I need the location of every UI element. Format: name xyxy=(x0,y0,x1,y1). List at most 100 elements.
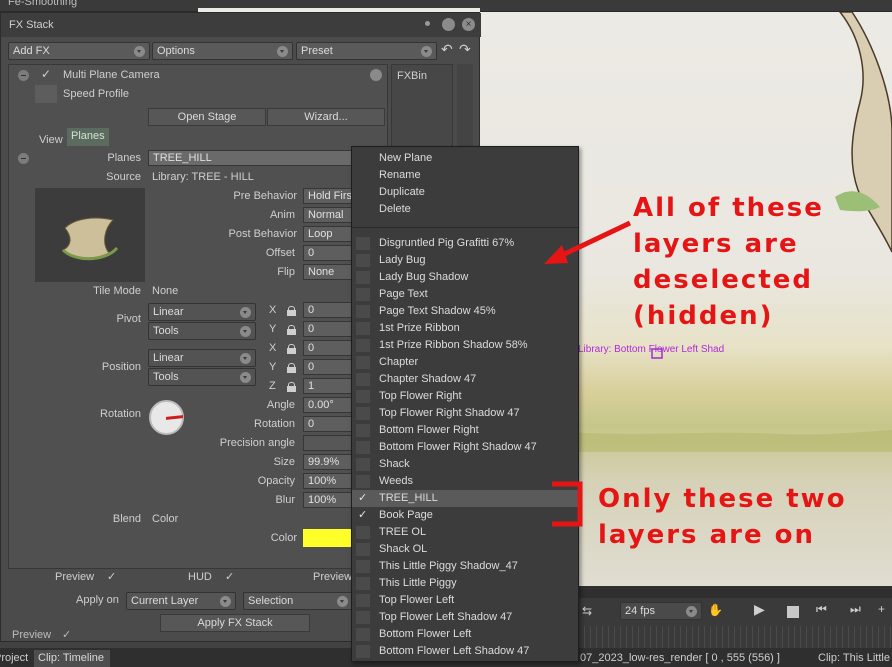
position-tools-dropdown[interactable]: Tools xyxy=(148,368,256,386)
add-icon[interactable]: + xyxy=(878,602,885,616)
menu-layer-item[interactable]: Lady Bug Shadow xyxy=(352,269,578,286)
timeline-scrollbar[interactable] xyxy=(578,586,892,598)
pin-icon[interactable] xyxy=(425,21,430,26)
hand-icon[interactable]: ✋ xyxy=(708,603,723,617)
menu-layer-item[interactable]: Top Flower Right xyxy=(352,388,578,405)
checkbox-empty[interactable] xyxy=(356,373,370,386)
lock-icon[interactable] xyxy=(287,325,296,335)
pivot-tools-dropdown[interactable]: Tools xyxy=(148,322,256,340)
preview-check[interactable]: ✓ xyxy=(107,570,116,583)
checkbox-empty[interactable] xyxy=(356,305,370,318)
checkbox-empty[interactable] xyxy=(356,322,370,335)
planes-field[interactable]: TREE_HILL xyxy=(148,150,353,166)
hud-check[interactable]: ✓ xyxy=(225,570,234,583)
menu-layer-item[interactable]: Chapter xyxy=(352,354,578,371)
stop-icon[interactable] xyxy=(787,606,799,618)
menu-layer-item[interactable]: TREE OL xyxy=(352,524,578,541)
offset-field[interactable]: 0 xyxy=(303,245,353,261)
preset-dropdown[interactable]: Preset xyxy=(296,42,437,60)
apply-fx-stack-button[interactable]: Apply FX Stack xyxy=(160,614,310,632)
checkbox-empty[interactable] xyxy=(356,645,370,658)
checkbox-empty[interactable] xyxy=(356,407,370,420)
pivot-interp-dropdown[interactable]: Linear xyxy=(148,303,256,321)
checkbox-empty[interactable] xyxy=(356,254,370,267)
menu-action-rename[interactable]: Rename xyxy=(352,167,578,184)
checkbox-empty[interactable] xyxy=(356,628,370,641)
apply-on-dropdown[interactable]: Current Layer xyxy=(126,592,236,610)
speed-profile-swatch[interactable] xyxy=(35,85,57,103)
menu-layer-item[interactable]: 1st Prize Ribbon Shadow 58% xyxy=(352,337,578,354)
menu-layer-item[interactable]: Top Flower Left Shadow 47 xyxy=(352,609,578,626)
redo-icon[interactable]: ↷ xyxy=(459,41,471,58)
check-icon[interactable]: ✓ xyxy=(358,490,367,507)
rotation-field[interactable]: 0 xyxy=(303,416,353,432)
menu-layer-item[interactable]: 1st Prize Ribbon xyxy=(352,320,578,337)
checkbox-empty[interactable] xyxy=(356,475,370,488)
menu-layer-item[interactable]: Bottom Flower Left xyxy=(352,626,578,643)
menu-layer-item[interactable]: ✓ Book Page xyxy=(352,507,578,524)
checkbox-empty[interactable] xyxy=(356,339,370,352)
add-fx-dropdown[interactable]: Add FX xyxy=(8,42,150,60)
checkbox-empty[interactable] xyxy=(356,237,370,250)
close-icon[interactable]: × xyxy=(462,18,475,31)
collapse-planes-icon[interactable] xyxy=(18,153,29,164)
timeline-ruler[interactable] xyxy=(578,626,892,648)
tab-planes[interactable]: Planes xyxy=(67,128,109,146)
collapse-effect-icon[interactable] xyxy=(18,70,29,81)
checkbox-empty[interactable] xyxy=(356,271,370,284)
checkbox-empty[interactable] xyxy=(356,560,370,573)
menu-layer-item[interactable]: Bottom Flower Right Shadow 47 xyxy=(352,439,578,456)
lock-icon[interactable] xyxy=(287,306,296,316)
menu-layer-item[interactable]: Bottom Flower Left Shadow 47 xyxy=(352,643,578,660)
tile-mode-value[interactable]: None xyxy=(152,285,178,297)
menu-layer-item[interactable]: Top Flower Right Shadow 47 xyxy=(352,405,578,422)
anim-field[interactable]: Normal xyxy=(303,207,353,223)
checkbox-empty[interactable] xyxy=(356,441,370,454)
position-x-field[interactable]: 0 xyxy=(303,340,353,356)
first-frame-icon[interactable]: ⏮ xyxy=(816,602,827,617)
size-field[interactable]: 99.9% xyxy=(303,454,353,470)
checkbox-empty[interactable] xyxy=(356,424,370,437)
color-swatch[interactable] xyxy=(303,529,353,547)
undo-icon[interactable]: ↶ xyxy=(441,41,453,58)
checkbox-empty[interactable] xyxy=(356,288,370,301)
menu-layer-item[interactable]: Shack OL xyxy=(352,541,578,558)
open-stage-button[interactable]: Open Stage xyxy=(148,108,266,126)
position-z-field[interactable]: 1 xyxy=(303,378,353,394)
pivot-y-field[interactable]: 0 xyxy=(303,321,353,337)
menu-layer-item[interactable]: Page Text xyxy=(352,286,578,303)
menu-layer-item[interactable]: ✓ TREE_HILL xyxy=(352,490,578,507)
precision-angle-field[interactable] xyxy=(303,435,353,451)
angle-field[interactable]: 0.00° xyxy=(303,397,353,413)
lock-icon[interactable] xyxy=(287,363,296,373)
play-icon[interactable]: ▶ xyxy=(754,601,765,618)
background-preview-check[interactable]: ✓ xyxy=(62,628,71,641)
menu-layer-item[interactable]: Page Text Shadow 45% xyxy=(352,303,578,320)
menu-layer-item[interactable]: This Little Piggy xyxy=(352,575,578,592)
flip-field[interactable]: None xyxy=(303,264,353,280)
last-frame-icon[interactable]: ⏭ xyxy=(850,602,861,617)
minimize-icon[interactable] xyxy=(442,18,455,31)
checkbox-empty[interactable] xyxy=(356,543,370,556)
menu-layer-item[interactable]: Chapter Shadow 47 xyxy=(352,371,578,388)
checkbox-empty[interactable] xyxy=(356,594,370,607)
menu-layer-item[interactable]: Bottom Flower Right xyxy=(352,422,578,439)
menu-layer-item[interactable]: Top Flower Left xyxy=(352,592,578,609)
clip-timeline-tab[interactable]: Clip: Timeline xyxy=(34,650,110,667)
menu-layer-item[interactable]: This Little Piggy Shadow_47 xyxy=(352,558,578,575)
pivot-x-field[interactable]: 0 xyxy=(303,302,353,318)
menu-layer-item[interactable]: Weeds xyxy=(352,473,578,490)
checkbox-empty[interactable] xyxy=(356,611,370,624)
checkbox-empty[interactable] xyxy=(356,458,370,471)
checkbox-empty[interactable] xyxy=(356,390,370,403)
menu-action-new-plane[interactable]: New Plane xyxy=(352,150,578,167)
position-y-field[interactable]: 0 xyxy=(303,359,353,375)
checkbox-empty[interactable] xyxy=(356,577,370,590)
pre-behavior-field[interactable]: Hold Firs xyxy=(303,188,353,204)
post-behavior-field[interactable]: Loop xyxy=(303,226,353,242)
options-dropdown[interactable]: Options xyxy=(152,42,293,60)
lock-icon[interactable] xyxy=(287,344,296,354)
lock-icon[interactable] xyxy=(287,382,296,392)
selection-dropdown[interactable]: Selection xyxy=(243,592,353,610)
rotation-dial[interactable] xyxy=(149,400,184,435)
